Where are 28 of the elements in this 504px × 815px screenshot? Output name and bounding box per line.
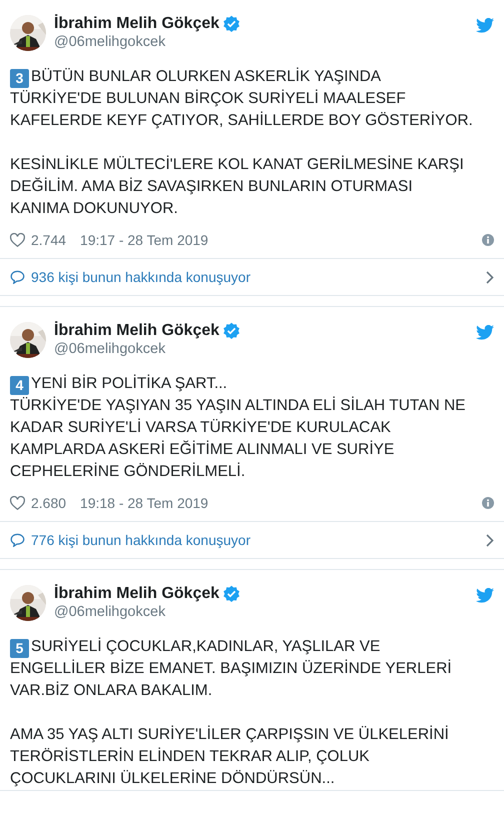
like-count: 2.680 [31, 495, 66, 511]
conversation-link[interactable]: 776 kişi bunun hakkında konuşuyor [31, 532, 480, 548]
author-handle[interactable]: @06melihgokcek [54, 603, 468, 622]
bird-icon[interactable] [476, 588, 494, 603]
author-handle[interactable]: @06melihgokcek [54, 340, 468, 359]
author-name[interactable]: İbrahim Melih Gökçek [54, 584, 220, 603]
tweet-timestamp[interactable]: 19:17 - 28 Tem 2019 [80, 232, 476, 248]
speech-bubble-icon [10, 533, 25, 547]
tweet-text: 3 BÜTÜN BUNLAR OLURKEN ASKERLİK YAŞINDA TÜRKİYE'DE BULUNAN BİRÇOK SURİYELİ MAALESEF KAFELERDE KEYF ÇATIYOR, SAHİLLERDE BOY GÖSTERİYOR. [10, 66, 474, 131]
tweet-text: 4 YENİ BİR POLİTİKA ŞART... TÜRKİYE'DE YAŞIYAN 35 YAŞIN ALTINDA ELİ SİLAH TUTAN NE KADAR SURİYE'Lİ VARSA TÜRKİYE'DE KURULACAK KAMPLARDA ASKERİ EĞİTİME ALINMALI VE SURİYE CEPHELERİNE GÖNDERİLMELİ. [10, 374, 466, 482]
author-name[interactable]: İbrahim Melih Gökçek [54, 14, 220, 33]
tweet-text: KESİNLİKLE MÜLTECİ'LERE KOL KANAT GERİLMESİNE KARŞI DEĞİLİM. AMA BİZ SAVAŞIRKEN BUNLARIN OTURMASI KANIMA DOKUNUYOR. [10, 154, 465, 219]
speech-bubble-icon [10, 270, 25, 284]
heart-icon[interactable] [10, 496, 25, 510]
like-count: 2.744 [31, 232, 66, 248]
info-icon[interactable] [482, 234, 494, 246]
conversation-link[interactable]: 936 kişi bunun hakkında konuşuyor [31, 269, 480, 285]
tweet-timestamp[interactable]: 19:18 - 28 Tem 2019 [80, 495, 476, 511]
chevron-right-icon[interactable] [486, 270, 494, 284]
tweet-text: 5 SURİYELİ ÇOCUKLAR,KADINLAR, YAŞLILAR VE ENGELLİLER BİZE EMANET. BAŞIMIZIN ÜZERİNDE YERLERİ VAR.BİZ ONLARA BAKALIM. [10, 636, 453, 701]
bird-icon[interactable] [476, 18, 494, 33]
author-handle[interactable]: @06melihgokcek [54, 33, 468, 52]
heart-icon[interactable] [10, 233, 25, 247]
bird-icon[interactable] [476, 325, 494, 340]
author-name[interactable]: İbrahim Melih Gökçek [54, 321, 220, 340]
info-icon[interactable] [482, 497, 494, 509]
chevron-right-icon[interactable] [486, 534, 494, 546]
tweet-text: AMA 35 YAŞ ALTI SURİYE'LİLER ÇARPIŞSIN VE ÜLKELERİNİ TERÖRİSTLERİN ELİNDEN TEKRAR ALIP, ÇOLUK ÇOCUKLARINI ÜLKELERİNE DÖNDÜRSÜN... [10, 724, 450, 789]
